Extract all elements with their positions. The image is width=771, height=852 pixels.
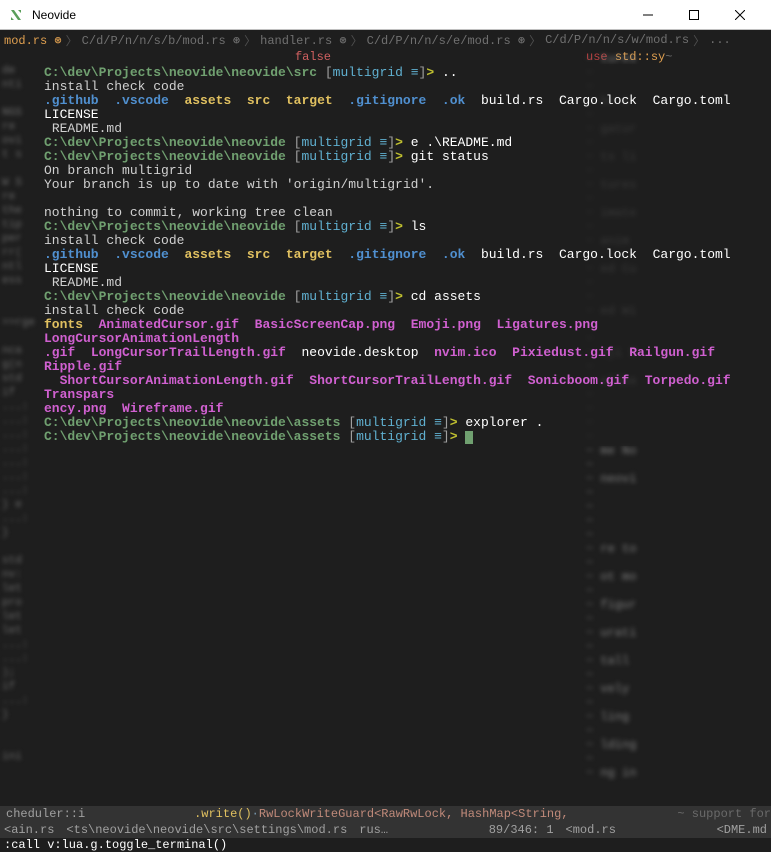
- status-lang: rus…: [359, 823, 388, 837]
- mid-write: .write(): [194, 807, 252, 821]
- tab-3[interactable]: C/d/P/n/n/s/e/mod.rs ⊛: [367, 33, 525, 48]
- tab-more[interactable]: ...: [709, 33, 731, 47]
- tab-4[interactable]: C/d/P/n/n/s/w/mod.rs: [545, 33, 689, 47]
- editor-gutter-bg: dentiNGS reovit sW S rethetipperrr(ntles…: [0, 64, 40, 822]
- tab-separator: 〉: [66, 32, 78, 49]
- terminal-line: fonts AnimatedCursor.gif BasicScreenCap.…: [40, 318, 770, 346]
- tab-1[interactable]: C/d/P/n/n/s/b/mod.rs ⊛: [82, 33, 240, 48]
- terminal-line: README.md: [40, 122, 770, 136]
- terminal-line: ShortCursorAnimationLength.gif ShortCurs…: [40, 374, 770, 402]
- tab-2[interactable]: handler.rs ⊛: [260, 33, 346, 48]
- status-file3: <DME.md: [717, 823, 767, 837]
- maximize-button[interactable]: [671, 0, 717, 30]
- status-file2: <mod.rs: [566, 823, 616, 837]
- status-file1: <ain.rs: [4, 823, 54, 837]
- terminal-line: nothing to commit, working tree clean: [40, 206, 770, 220]
- terminal-line: [40, 192, 770, 206]
- close-button[interactable]: [717, 0, 763, 30]
- mid-status-bar: cheduler::i .write()·RwLockWriteGuard<Ra…: [0, 806, 771, 822]
- status-pos: 89/346: 1: [489, 823, 554, 837]
- terminal-panel[interactable]: C:\dev\Projects\neovide\neovide\src [mul…: [40, 64, 770, 446]
- app-logo-icon: [8, 7, 24, 23]
- terminal-line: .github .vscode assets src target .gitig…: [40, 248, 770, 276]
- terminal-line: C:\dev\Projects\neovide\neovide\assets […: [40, 430, 770, 444]
- terminal-line: ency.png Wireframe.gif: [40, 402, 770, 416]
- terminal-line: install check code: [40, 304, 770, 318]
- window-title: Neovide: [32, 8, 625, 22]
- terminal-line: On branch multigrid: [40, 164, 770, 178]
- terminal-line: .gif LongCursorTrailLength.gif neovide.d…: [40, 346, 770, 374]
- terminal-line: C:\dev\Projects\neovide\neovide [multigr…: [40, 150, 770, 164]
- bottom-status-bar: <ain.rs <ts\neovide\neovide\src\settings…: [0, 822, 771, 838]
- mid-left: cheduler::i: [0, 807, 91, 821]
- tab-bar: mod.rs ⊛ 〉 C/d/P/n/n/s/b/mod.rs ⊛ 〉 hand…: [0, 30, 771, 50]
- mid-right: ~ support for: [671, 807, 771, 821]
- terminal-line: C:\dev\Projects\neovide\neovide\assets […: [40, 416, 770, 430]
- terminal-line: install check code: [40, 80, 770, 94]
- minimize-button[interactable]: [625, 0, 671, 30]
- status-path: <ts\neovide\neovide\src\settings\mod.rs: [66, 823, 347, 837]
- tab-0[interactable]: mod.rs ⊛: [4, 33, 62, 48]
- terminal-line: C:\dev\Projects\neovide\neovide\src [mul…: [40, 66, 770, 80]
- terminal-line: C:\dev\Projects\neovide\neovide [multigr…: [40, 220, 770, 234]
- terminal-line: C:\dev\Projects\neovide\neovide [multigr…: [40, 290, 770, 304]
- command-line[interactable]: :call v:lua.g.toggle_terminal(): [0, 838, 771, 852]
- terminal-line: install check code: [40, 234, 770, 248]
- terminal-line: .github .vscode assets src target .gitig…: [40, 94, 770, 122]
- window-titlebar: Neovide: [0, 0, 771, 30]
- terminal-line: Your branch is up to date with 'origin/m…: [40, 178, 770, 192]
- cursor-icon: [465, 431, 473, 444]
- terminal-line: README.md: [40, 276, 770, 290]
- terminal-line: C:\dev\Projects\neovide\neovide [multigr…: [40, 136, 770, 150]
- mid-type: RwLockWriteGuard<RawRwLock, HashMap<Stri…: [259, 807, 569, 821]
